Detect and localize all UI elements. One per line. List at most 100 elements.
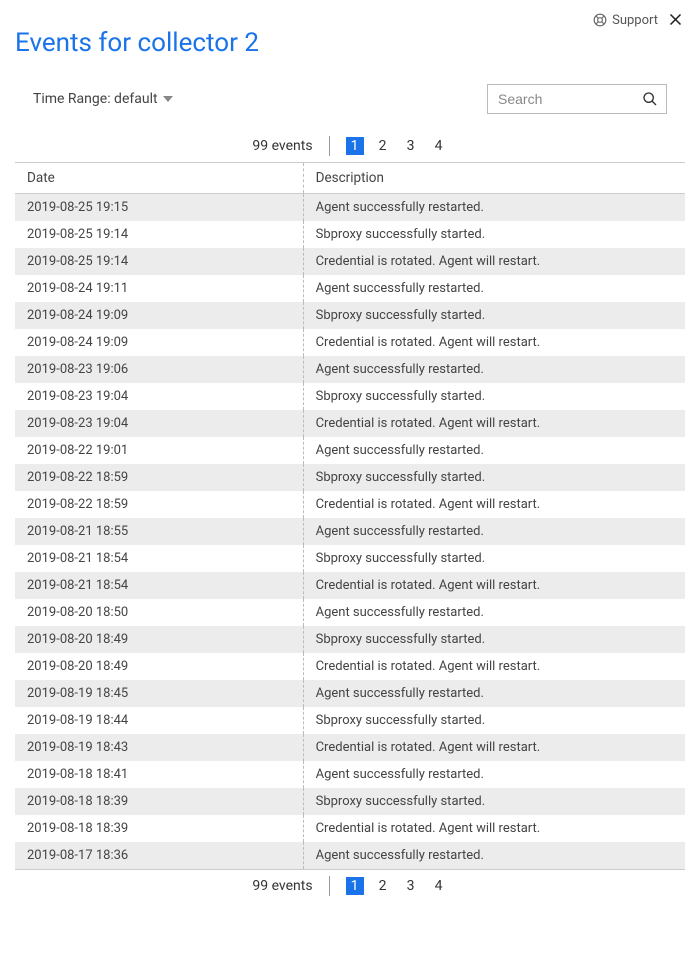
cell-date: 2019-08-22 19:01	[15, 437, 303, 464]
time-range-label: Time Range: default	[33, 91, 158, 107]
cell-date: 2019-08-20 18:49	[15, 626, 303, 653]
paginator-separator	[329, 136, 330, 156]
cell-description: Sbproxy successfully started.	[303, 788, 685, 815]
cell-date: 2019-08-19 18:43	[15, 734, 303, 761]
cell-description: Agent successfully restarted.	[303, 518, 685, 545]
search-input[interactable]	[496, 90, 636, 108]
close-icon	[668, 12, 683, 27]
page-list-bottom: 1234	[346, 877, 448, 895]
cell-date: 2019-08-23 19:04	[15, 383, 303, 410]
table-row: 2019-08-18 18:39Sbproxy successfully sta…	[15, 788, 685, 815]
cell-date: 2019-08-17 18:36	[15, 842, 303, 870]
table-row: 2019-08-23 19:04Sbproxy successfully sta…	[15, 383, 685, 410]
caret-down-icon	[163, 96, 173, 102]
table-row: 2019-08-20 18:49Credential is rotated. A…	[15, 653, 685, 680]
page-number-2[interactable]: 2	[374, 137, 392, 155]
cell-description: Credential is rotated. Agent will restar…	[303, 572, 685, 599]
page-number-2[interactable]: 2	[374, 877, 392, 895]
table-row: 2019-08-24 19:11Agent successfully resta…	[15, 275, 685, 302]
cell-description: Credential is rotated. Agent will restar…	[303, 248, 685, 275]
support-icon	[593, 13, 607, 27]
search-box[interactable]	[487, 84, 667, 114]
time-range-dropdown[interactable]: Time Range: default	[33, 91, 173, 107]
cell-date: 2019-08-19 18:44	[15, 707, 303, 734]
table-row: 2019-08-22 18:59Sbproxy successfully sta…	[15, 464, 685, 491]
cell-date: 2019-08-18 18:39	[15, 815, 303, 842]
close-button[interactable]	[666, 10, 685, 30]
page-number-3[interactable]: 3	[402, 137, 420, 155]
events-count: 99 events	[252, 138, 312, 154]
cell-date: 2019-08-18 18:39	[15, 788, 303, 815]
table-row: 2019-08-25 19:15Agent successfully resta…	[15, 194, 685, 222]
page-number-4[interactable]: 4	[430, 137, 448, 155]
table-row: 2019-08-24 19:09Credential is rotated. A…	[15, 329, 685, 356]
cell-date: 2019-08-25 19:15	[15, 194, 303, 222]
page-number-3[interactable]: 3	[402, 877, 420, 895]
cell-description: Agent successfully restarted.	[303, 356, 685, 383]
events-count-bottom: 99 events	[252, 878, 312, 894]
cell-description: Credential is rotated. Agent will restar…	[303, 653, 685, 680]
cell-date: 2019-08-20 18:50	[15, 599, 303, 626]
page-title: Events for collector 2	[15, 30, 685, 56]
events-tbody: 2019-08-25 19:15Agent successfully resta…	[15, 194, 685, 870]
col-header-date[interactable]: Date	[15, 163, 303, 194]
table-row: 2019-08-21 18:55Agent successfully resta…	[15, 518, 685, 545]
cell-description: Agent successfully restarted.	[303, 680, 685, 707]
table-row: 2019-08-25 19:14Sbproxy successfully sta…	[15, 221, 685, 248]
cell-description: Sbproxy successfully started.	[303, 707, 685, 734]
cell-description: Sbproxy successfully started.	[303, 545, 685, 572]
page-number-1[interactable]: 1	[346, 137, 364, 155]
cell-description: Credential is rotated. Agent will restar…	[303, 815, 685, 842]
col-header-description[interactable]: Description	[303, 163, 685, 194]
cell-description: Agent successfully restarted.	[303, 761, 685, 788]
cell-description: Credential is rotated. Agent will restar…	[303, 734, 685, 761]
support-link[interactable]: Support	[593, 13, 658, 28]
table-row: 2019-08-17 18:36Agent successfully resta…	[15, 842, 685, 870]
paginator-separator	[329, 876, 330, 896]
cell-description: Agent successfully restarted.	[303, 194, 685, 222]
cell-date: 2019-08-24 19:11	[15, 275, 303, 302]
search-icon	[642, 91, 658, 107]
cell-description: Sbproxy successfully started.	[303, 383, 685, 410]
cell-description: Credential is rotated. Agent will restar…	[303, 410, 685, 437]
table-row: 2019-08-18 18:39Credential is rotated. A…	[15, 815, 685, 842]
table-row: 2019-08-22 19:01Agent successfully resta…	[15, 437, 685, 464]
table-row: 2019-08-23 19:04Credential is rotated. A…	[15, 410, 685, 437]
cell-date: 2019-08-23 19:04	[15, 410, 303, 437]
cell-description: Agent successfully restarted.	[303, 842, 685, 870]
cell-date: 2019-08-21 18:55	[15, 518, 303, 545]
events-table: Date Description 2019-08-25 19:15Agent s…	[15, 162, 685, 870]
page-list-top: 1234	[346, 137, 448, 155]
paginator-top: 99 events 1234	[15, 136, 685, 156]
table-row: 2019-08-21 18:54Credential is rotated. A…	[15, 572, 685, 599]
cell-date: 2019-08-24 19:09	[15, 329, 303, 356]
cell-description: Agent successfully restarted.	[303, 599, 685, 626]
cell-date: 2019-08-22 18:59	[15, 464, 303, 491]
table-row: 2019-08-22 18:59Credential is rotated. A…	[15, 491, 685, 518]
cell-date: 2019-08-25 19:14	[15, 248, 303, 275]
cell-date: 2019-08-21 18:54	[15, 545, 303, 572]
table-row: 2019-08-25 19:14Credential is rotated. A…	[15, 248, 685, 275]
paginator-bottom: 99 events 1234	[15, 876, 685, 896]
table-row: 2019-08-19 18:44Sbproxy successfully sta…	[15, 707, 685, 734]
cell-date: 2019-08-22 18:59	[15, 491, 303, 518]
table-row: 2019-08-20 18:49Sbproxy successfully sta…	[15, 626, 685, 653]
cell-date: 2019-08-21 18:54	[15, 572, 303, 599]
cell-description: Credential is rotated. Agent will restar…	[303, 491, 685, 518]
cell-date: 2019-08-25 19:14	[15, 221, 303, 248]
cell-description: Agent successfully restarted.	[303, 275, 685, 302]
support-label: Support	[612, 13, 658, 28]
cell-date: 2019-08-20 18:49	[15, 653, 303, 680]
cell-date: 2019-08-23 19:06	[15, 356, 303, 383]
table-row: 2019-08-19 18:43Credential is rotated. A…	[15, 734, 685, 761]
cell-description: Sbproxy successfully started.	[303, 302, 685, 329]
table-row: 2019-08-18 18:41Agent successfully resta…	[15, 761, 685, 788]
page-number-4[interactable]: 4	[430, 877, 448, 895]
cell-date: 2019-08-19 18:45	[15, 680, 303, 707]
cell-description: Sbproxy successfully started.	[303, 464, 685, 491]
cell-description: Agent successfully restarted.	[303, 437, 685, 464]
table-row: 2019-08-23 19:06Agent successfully resta…	[15, 356, 685, 383]
page-number-1[interactable]: 1	[346, 877, 364, 895]
cell-date: 2019-08-24 19:09	[15, 302, 303, 329]
cell-description: Sbproxy successfully started.	[303, 221, 685, 248]
